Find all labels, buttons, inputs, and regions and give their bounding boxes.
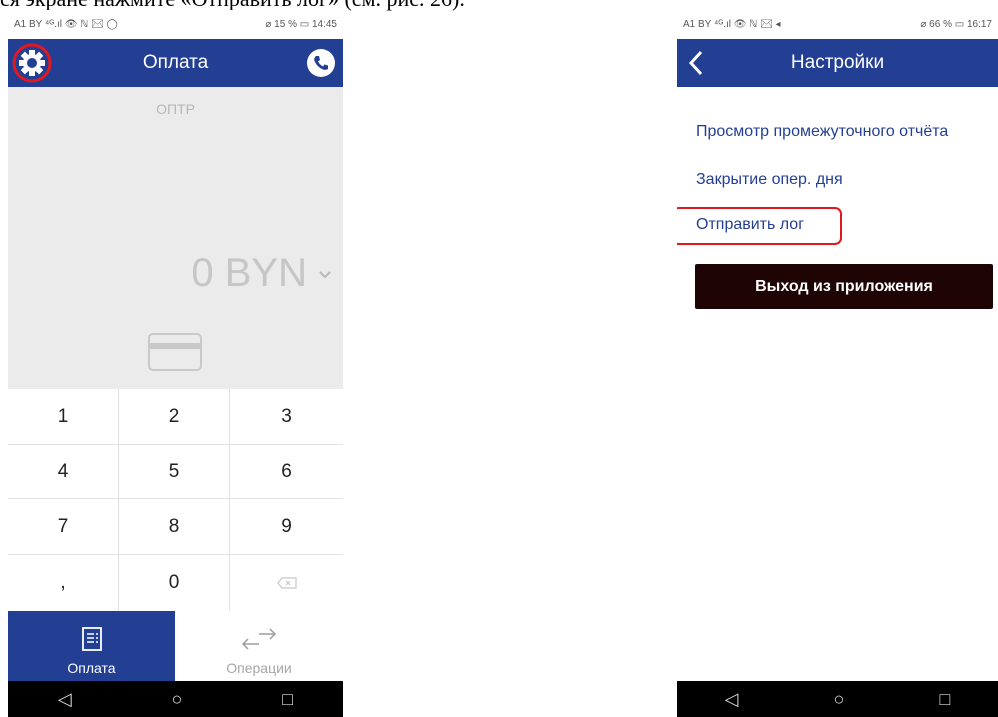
key-comma[interactable]: , (8, 555, 119, 611)
status-left: A1 BY ⁴ᴳ.ıl 👁 ℕ ✉ ◯ (14, 19, 118, 30)
android-nav-bar: ◁ ○ □ (677, 681, 998, 717)
status-left: A1 BY ⁴ᴳ.ıl 👁 ℕ ✉ ◂ (683, 19, 781, 30)
android-home-button[interactable]: ○ (834, 689, 845, 710)
app-header: Настройки (677, 39, 998, 87)
android-recents-button[interactable]: □ (282, 689, 293, 710)
android-back-button[interactable]: ◁ (58, 689, 72, 710)
back-button[interactable] (685, 49, 709, 77)
android-home-button[interactable]: ○ (172, 689, 183, 710)
key-3[interactable]: 3 (230, 389, 343, 445)
key-0[interactable]: 0 (119, 555, 230, 611)
card-icon (148, 333, 202, 371)
menu-interim-report[interactable]: Просмотр промежуточного отчёта (696, 123, 948, 141)
bottom-nav: Оплата Операции (8, 611, 343, 691)
menu-send-log[interactable]: Отправить лог (696, 216, 804, 234)
nav-payment[interactable]: Оплата (8, 611, 175, 691)
call-button[interactable] (307, 49, 335, 77)
nav-payment-label: Оплата (67, 660, 116, 676)
phone-icon (314, 56, 328, 70)
amount-panel: ОПТР 0 BYN (8, 87, 343, 389)
status-bar: A1 BY ⁴ᴳ.ıl 👁 ℕ ✉ ◯ ⌀ 15 % ▭ 14:45 (8, 10, 343, 39)
android-back-button[interactable]: ◁ (725, 689, 739, 710)
status-right: ⌀ 66 % ▭ 16:17 (920, 19, 992, 30)
key-8[interactable]: 8 (119, 499, 230, 555)
receipt-icon (81, 627, 102, 651)
exit-app-button[interactable]: Выход из приложения (695, 264, 993, 309)
status-right: ⌀ 15 % ▭ 14:45 (265, 19, 337, 30)
settings-button[interactable] (12, 43, 52, 83)
payment-screen: A1 BY ⁴ᴳ.ıl 👁 ℕ ✉ ◯ ⌀ 15 % ▭ 14:45 Оплат… (8, 10, 343, 717)
nav-operations-label: Операции (226, 660, 292, 676)
key-2[interactable]: 2 (119, 389, 230, 445)
android-nav-bar: ◁ ○ □ (8, 681, 343, 717)
gear-icon (12, 43, 52, 83)
backspace-key[interactable] (230, 555, 343, 611)
backspace-icon (276, 577, 297, 589)
back-icon (688, 50, 703, 76)
key-5[interactable]: 5 (119, 445, 230, 499)
key-4[interactable]: 4 (8, 445, 119, 499)
amount-value: 0 BYN (191, 251, 307, 295)
android-recents-button[interactable]: □ (940, 689, 951, 710)
status-bar: A1 BY ⁴ᴳ.ıl 👁 ℕ ✉ ◂ ⌀ 66 % ▭ 16:17 (677, 10, 998, 39)
chevron-down-icon (319, 270, 331, 278)
key-9[interactable]: 9 (230, 499, 343, 555)
page-title: Оплата (142, 52, 209, 73)
key-1[interactable]: 1 (8, 389, 119, 445)
amount-display[interactable]: 0 BYN (191, 251, 333, 296)
key-7[interactable]: 7 (8, 499, 119, 555)
keypad: 1 2 3 4 5 6 7 8 9 , 0 (8, 389, 343, 611)
nav-operations[interactable]: Операции (175, 611, 343, 691)
settings-screen: A1 BY ⁴ᴳ.ıl 👁 ℕ ✉ ◂ ⌀ 66 % ▭ 16:17 Настр… (677, 10, 998, 717)
merchant-label: ОПТР (156, 101, 195, 117)
key-6[interactable]: 6 (230, 445, 343, 499)
page-title: Настройки (790, 52, 885, 73)
app-header: Оплата (8, 39, 343, 87)
swap-icon (241, 628, 277, 650)
menu-close-day[interactable]: Закрытие опер. дня (696, 171, 843, 189)
